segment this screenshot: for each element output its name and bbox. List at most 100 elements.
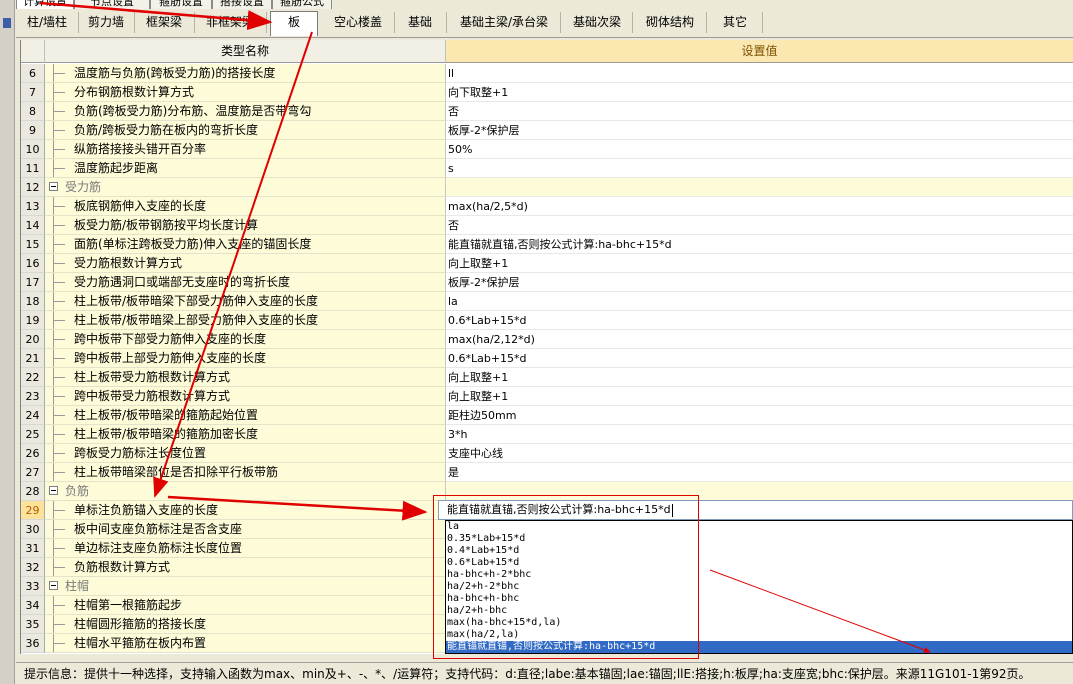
- row-type-name[interactable]: 跨中板带下部受力筋伸入支座的长度: [45, 330, 446, 349]
- group-row[interactable]: 28 负筋: [21, 482, 1073, 501]
- tab-6[interactable]: 空心楼盖: [322, 12, 395, 33]
- row-setting-value[interactable]: 50%: [446, 140, 1073, 159]
- table-row[interactable]: 13 板底钢筋伸入支座的长度 max(ha/2,5*d): [21, 197, 1073, 216]
- header-setting-value[interactable]: 设置值: [446, 40, 1073, 63]
- row-type-name[interactable]: 单标注负筋锚入支座的长度: [45, 501, 446, 520]
- table-row[interactable]: 21 跨中板带上部受力筋伸入支座的长度 0.6*Lab+15*d: [21, 349, 1073, 368]
- table-row[interactable]: 18 柱上板带/板带暗梁下部受力筋伸入支座的长度 la: [21, 292, 1073, 311]
- row-type-name[interactable]: 分布钢筋根数计算方式: [45, 83, 446, 102]
- table-row[interactable]: 24 柱上板带/板带暗梁的箍筋起始位置 距柱边50mm: [21, 406, 1073, 425]
- row-setting-value[interactable]: s: [446, 159, 1073, 178]
- dropdown-option[interactable]: 0.35*Lab+15*d: [446, 533, 1072, 545]
- dropdown-option[interactable]: 能直锚就直锚,否则按公式计算:ha-bhc+15*d: [446, 641, 1072, 653]
- table-row[interactable]: 6 温度筋与负筋(跨板受力筋)的搭接长度 ll: [21, 64, 1073, 83]
- row-type-name[interactable]: 跨中板带上部受力筋伸入支座的长度: [45, 349, 446, 368]
- tab-5[interactable]: 板: [270, 11, 318, 36]
- table-row[interactable]: 20 跨中板带下部受力筋伸入支座的长度 max(ha/2,12*d): [21, 330, 1073, 349]
- top-tab-2[interactable]: 节点设置: [74, 0, 150, 9]
- row-type-name[interactable]: 负筋: [45, 482, 446, 501]
- row-setting-value[interactable]: 3*h: [446, 425, 1073, 444]
- table-row[interactable]: 23 跨中板带受力筋根数计算方式 向上取整+1: [21, 387, 1073, 406]
- row-setting-value[interactable]: 板厚-2*保护层: [446, 273, 1073, 292]
- row-setting-value[interactable]: max(ha/2,12*d): [446, 330, 1073, 349]
- top-tab-3[interactable]: 箍筋设置: [150, 0, 212, 9]
- row-setting-value[interactable]: 向上取整+1: [446, 387, 1073, 406]
- row-type-name[interactable]: 负筋根数计算方式: [45, 558, 446, 577]
- tab-11[interactable]: 其它: [708, 12, 763, 33]
- table-row[interactable]: 11 温度筋起步距离 s: [21, 159, 1073, 178]
- row-type-name[interactable]: 柱帽第一根箍筋起步: [45, 596, 446, 615]
- row-type-name[interactable]: 板底钢筋伸入支座的长度: [45, 197, 446, 216]
- row-type-name[interactable]: 柱上板带受力筋根数计算方式: [45, 368, 446, 387]
- row-type-name[interactable]: 受力筋根数计算方式: [45, 254, 446, 273]
- table-row[interactable]: 7 分布钢筋根数计算方式 向下取整+1: [21, 83, 1073, 102]
- row-setting-value[interactable]: 能直锚就直锚,否则按公式计算:ha-bhc+15*d: [446, 235, 1073, 254]
- row-type-name[interactable]: 柱上板带/板带暗梁下部受力筋伸入支座的长度: [45, 292, 446, 311]
- row-type-name[interactable]: 柱上板带/板带暗梁上部受力筋伸入支座的长度: [45, 311, 446, 330]
- table-row[interactable]: 27 柱上板带暗梁部位是否扣除平行板带筋 是: [21, 463, 1073, 482]
- row-type-name[interactable]: 纵筋搭接接头错开百分率: [45, 140, 446, 159]
- row-type-name[interactable]: 柱帽: [45, 577, 446, 596]
- table-row[interactable]: 26 跨板受力筋标注长度位置 支座中心线: [21, 444, 1073, 463]
- row-setting-value[interactable]: 否: [446, 216, 1073, 235]
- row-type-name[interactable]: 板受力筋/板带钢筋按平均长度计算: [45, 216, 446, 235]
- table-row[interactable]: 14 板受力筋/板带钢筋按平均长度计算 否: [21, 216, 1073, 235]
- row-type-name[interactable]: 负筋(跨板受力筋)分布筋、温度筋是否带弯勾: [45, 102, 446, 121]
- row-type-name[interactable]: 受力筋: [45, 178, 446, 197]
- table-row[interactable]: 15 面筋(单标注跨板受力筋)伸入支座的锚固长度 能直锚就直锚,否则按公式计算:ha…: [21, 235, 1073, 254]
- table-row[interactable]: 25 柱上板带/板带暗梁的箍筋加密长度 3*h: [21, 425, 1073, 444]
- table-row[interactable]: 19 柱上板带/板带暗梁上部受力筋伸入支座的长度 0.6*Lab+15*d: [21, 311, 1073, 330]
- top-tab-5[interactable]: 箍筋公式: [272, 0, 332, 9]
- row-setting-value[interactable]: 距柱边50mm: [446, 406, 1073, 425]
- row-type-name[interactable]: 板中间支座负筋标注是否含支座: [45, 520, 446, 539]
- row-type-name[interactable]: 温度筋起步距离: [45, 159, 446, 178]
- row-type-name[interactable]: 面筋(单标注跨板受力筋)伸入支座的锚固长度: [45, 235, 446, 254]
- row-setting-value[interactable]: [446, 178, 1073, 197]
- row-setting-value[interactable]: 向下取整+1: [446, 83, 1073, 102]
- row-setting-value[interactable]: 向上取整+1: [446, 368, 1073, 387]
- row-setting-value[interactable]: 是: [446, 463, 1073, 482]
- table-row[interactable]: 16 受力筋根数计算方式 向上取整+1: [21, 254, 1073, 273]
- row-type-name[interactable]: 跨中板带受力筋根数计算方式: [45, 387, 446, 406]
- row-type-name[interactable]: 柱上板带/板带暗梁的箍筋加密长度: [45, 425, 446, 444]
- collapse-icon[interactable]: [49, 581, 58, 590]
- table-row[interactable]: 17 受力筋遇洞口或端部无支座时的弯折长度 板厚-2*保护层: [21, 273, 1073, 292]
- tab-7[interactable]: 基础: [394, 12, 447, 33]
- dropdown-option[interactable]: ha/2+h-bhc: [446, 605, 1072, 617]
- dropdown-option[interactable]: ha-bhc+h-bhc: [446, 593, 1072, 605]
- dropdown-option[interactable]: max(ha-bhc+15*d,la): [446, 617, 1072, 629]
- row-type-name[interactable]: 受力筋遇洞口或端部无支座时的弯折长度: [45, 273, 446, 292]
- row-setting-value[interactable]: 否: [446, 102, 1073, 121]
- table-row[interactable]: 22 柱上板带受力筋根数计算方式 向上取整+1: [21, 368, 1073, 387]
- row-type-name[interactable]: 温度筋与负筋(跨板受力筋)的搭接长度: [45, 64, 446, 83]
- table-row[interactable]: 9 负筋/跨板受力筋在板内的弯折长度 板厚-2*保护层: [21, 121, 1073, 140]
- value-dropdown-list[interactable]: la 0.35*Lab+15*d 0.4*Lab+15*d 0.6*Lab+15*d h…: [445, 520, 1073, 654]
- row-type-name[interactable]: 柱上板带/板带暗梁的箍筋起始位置: [45, 406, 446, 425]
- value-editor-input[interactable]: 能直锚就直锚,否则按公式计算:ha-bhc+15*d: [438, 500, 1073, 520]
- row-setting-value[interactable]: 0.6*Lab+15*d: [446, 349, 1073, 368]
- dropdown-option[interactable]: la: [446, 521, 1072, 533]
- tab-2[interactable]: 剪力墙: [78, 12, 135, 33]
- group-row[interactable]: 12 受力筋: [21, 178, 1073, 197]
- row-type-name[interactable]: 单边标注支座负筋标注长度位置: [45, 539, 446, 558]
- row-setting-value[interactable]: max(ha/2,5*d): [446, 197, 1073, 216]
- row-setting-value[interactable]: [446, 482, 1073, 501]
- dropdown-option[interactable]: ha/2+h-2*bhc: [446, 581, 1072, 593]
- tab-3[interactable]: 框架梁: [134, 12, 195, 33]
- collapse-icon[interactable]: [49, 182, 58, 191]
- row-type-name[interactable]: 柱帽水平箍筋在板内布置: [45, 634, 446, 653]
- row-type-name[interactable]: 柱上板带暗梁部位是否扣除平行板带筋: [45, 463, 446, 482]
- header-type-name[interactable]: 类型名称: [45, 40, 446, 63]
- tab-10[interactable]: 砌体结构: [634, 12, 707, 33]
- row-setting-value[interactable]: 向上取整+1: [446, 254, 1073, 273]
- row-type-name[interactable]: 跨板受力筋标注长度位置: [45, 444, 446, 463]
- table-row[interactable]: 8 负筋(跨板受力筋)分布筋、温度筋是否带弯勾 否: [21, 102, 1073, 121]
- table-row[interactable]: 10 纵筋搭接接头错开百分率 50%: [21, 140, 1073, 159]
- tab-1[interactable]: 柱/墙柱: [16, 12, 79, 33]
- tab-8[interactable]: 基础主梁/承台梁: [448, 12, 561, 33]
- top-tab-4[interactable]: 搭接设置: [212, 0, 272, 9]
- row-type-name[interactable]: 负筋/跨板受力筋在板内的弯折长度: [45, 121, 446, 140]
- row-setting-value[interactable]: 支座中心线: [446, 444, 1073, 463]
- row-setting-value[interactable]: 0.6*Lab+15*d: [446, 311, 1073, 330]
- row-setting-value[interactable]: 板厚-2*保护层: [446, 121, 1073, 140]
